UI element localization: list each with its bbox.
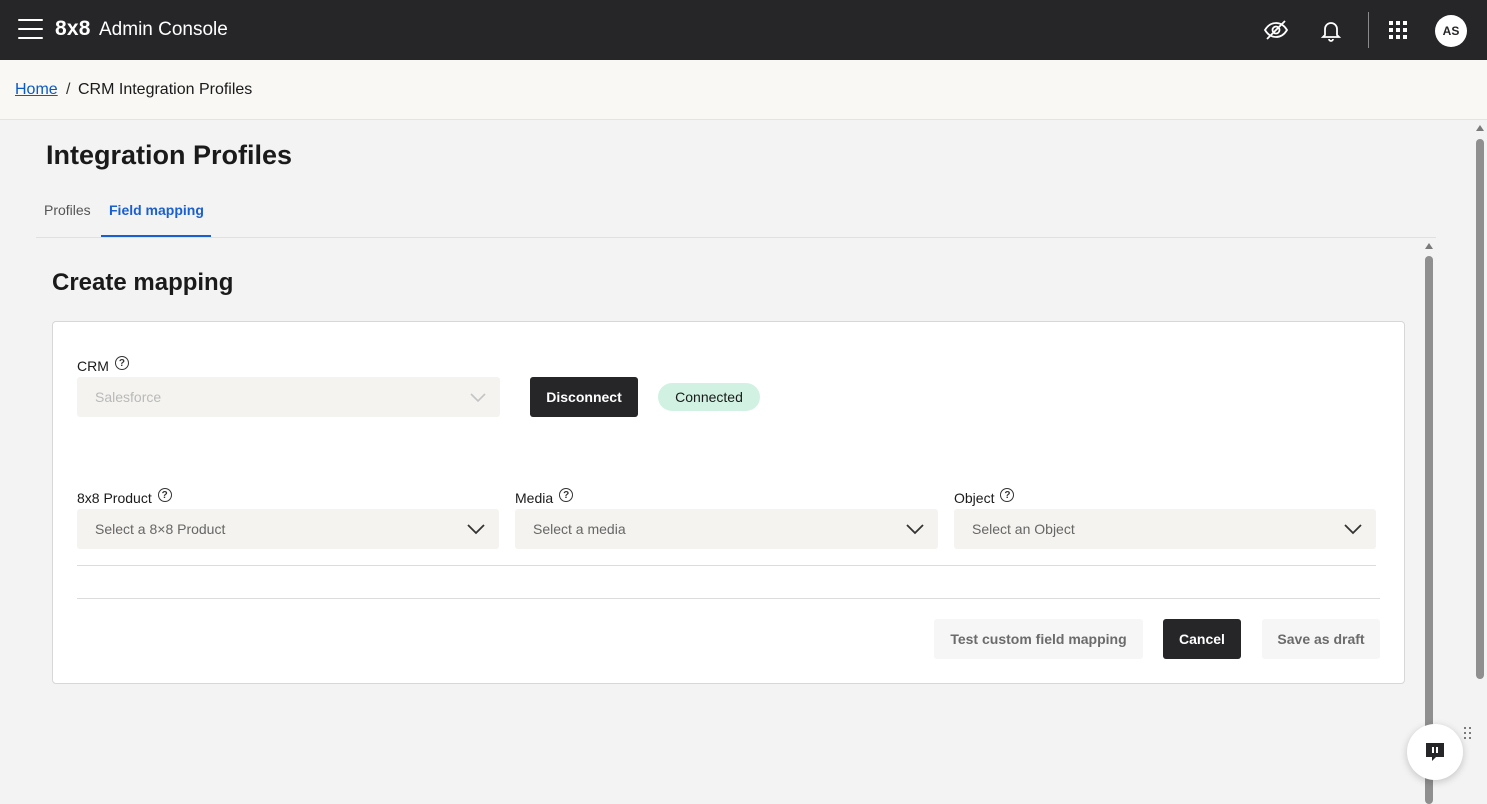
object-label-text: Object (954, 490, 995, 506)
chevron-down-icon (906, 524, 924, 535)
bell-icon[interactable] (1317, 16, 1345, 44)
breadcrumb-home-link[interactable]: Home (15, 81, 58, 99)
save-draft-button[interactable]: Save as draft (1262, 619, 1380, 659)
chevron-down-icon (470, 393, 486, 403)
help-icon[interactable]: ? (157, 488, 172, 502)
avatar[interactable]: AS (1435, 15, 1467, 47)
tab-bar: Profiles Field mapping (36, 193, 1436, 238)
media-label: Media ? (515, 488, 574, 506)
cancel-button[interactable]: Cancel (1163, 619, 1241, 659)
breadcrumb-current: CRM Integration Profiles (78, 81, 253, 98)
content-scrollbar-thumb[interactable] (1425, 256, 1433, 804)
menu-icon[interactable] (18, 19, 43, 41)
chevron-down-icon (467, 524, 485, 535)
disconnect-button[interactable]: Disconnect (530, 377, 638, 417)
object-select-placeholder: Select an Object (972, 521, 1075, 537)
product-label-text: 8x8 Product (77, 490, 152, 506)
object-select[interactable]: Select an Object (954, 509, 1376, 549)
media-select-placeholder: Select a media (533, 521, 626, 537)
scroll-up-arrow-icon[interactable] (1476, 125, 1484, 131)
product-label: 8x8 Product ? (77, 488, 172, 506)
breadcrumb-separator: / (66, 81, 71, 98)
divider (77, 565, 1376, 566)
page-scrollbar-thumb[interactable] (1476, 139, 1484, 679)
apps-grid-icon[interactable] (1384, 16, 1412, 44)
crm-select-value: Salesforce (95, 389, 162, 405)
page-title: Integration Profiles (46, 140, 293, 170)
product-select[interactable]: Select a 8×8 Product (77, 509, 499, 549)
media-label-text: Media (515, 490, 554, 506)
chevron-down-icon (1344, 524, 1362, 535)
test-mapping-button[interactable]: Test custom field mapping (934, 619, 1143, 659)
product-select-placeholder: Select a 8×8 Product (95, 521, 226, 537)
help-icon[interactable]: ? (1000, 488, 1015, 502)
media-select[interactable]: Select a media (515, 509, 938, 549)
eye-off-icon[interactable] (1262, 16, 1290, 44)
mapping-card: CRM ? Salesforce Disconnect Connected 8x… (52, 321, 1405, 684)
topbar-divider (1368, 12, 1369, 48)
crm-label: CRM ? (77, 356, 129, 374)
help-icon[interactable]: ? (559, 488, 574, 502)
status-badge: Connected (658, 383, 760, 411)
divider (77, 598, 1380, 599)
tab-field-mapping[interactable]: Field mapping (109, 202, 204, 218)
active-tab-indicator (101, 235, 211, 237)
chat-icon (1426, 743, 1444, 761)
top-bar: 8x8 Admin Console AS (0, 0, 1487, 60)
chat-button[interactable] (1407, 724, 1463, 780)
crm-label-text: CRM (77, 358, 109, 374)
object-label: Object ? (954, 488, 1015, 506)
app-title: Admin Console (99, 19, 228, 40)
tab-profiles[interactable]: Profiles (44, 202, 91, 218)
section-title: Create mapping (52, 269, 234, 296)
drag-handle-icon[interactable] (1464, 727, 1474, 741)
scroll-up-arrow-icon[interactable] (1425, 243, 1433, 249)
help-icon[interactable]: ? (114, 356, 129, 370)
crm-select: Salesforce (77, 377, 500, 417)
logo: 8x8 (55, 17, 91, 40)
